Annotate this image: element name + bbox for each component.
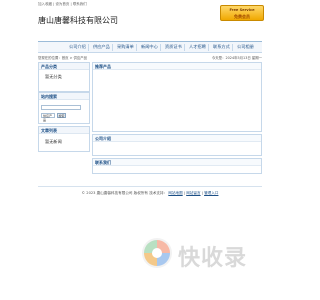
current-date: 今天是：2024年5月13日 星期一 (211, 56, 262, 60)
products-panel-header: 推荐产品 (93, 63, 261, 70)
contact-panel: 联系我们 (92, 158, 262, 174)
search-panel: 站内搜索 供应产品 搜索 (38, 92, 90, 124)
watermark-text: 快收录 (178, 246, 248, 271)
badge-english-label: Free Service (229, 8, 255, 12)
nav-item-about[interactable]: 公司介绍 (69, 44, 86, 50)
homepage-link[interactable]: 设为首页 (55, 2, 69, 6)
news-panel-header: 文章列表 (39, 127, 89, 134)
nav-item-contact[interactable]: 联系方式 (213, 44, 230, 50)
search-panel-title: 站内搜索 (41, 94, 57, 99)
category-panel-header: 产品分类 (39, 63, 89, 70)
news-panel-title: 文章列表 (41, 128, 57, 133)
footer-link-admin[interactable]: 管理入口 (204, 191, 218, 195)
intro-panel-title: 公司介绍 (95, 136, 111, 141)
products-panel-title: 推荐产品 (95, 64, 111, 69)
free-member-badge[interactable]: Free Service 免费会员 (220, 5, 264, 21)
footer-link-sitemap[interactable]: 网站地图 (168, 191, 182, 195)
nav-item-products[interactable]: 供应产品 (93, 44, 110, 50)
top-links: 加入收藏 | 设为首页 | 联系我们 (38, 2, 87, 6)
contact-link[interactable]: 联系我们 (73, 2, 87, 6)
contact-panel-header: 联系我们 (93, 159, 261, 166)
footer-tech-label: 技术支持： (149, 191, 168, 195)
nav-item-album[interactable]: 公司相册 (237, 44, 254, 50)
products-panel: 推荐产品 (92, 62, 262, 132)
footer: © 2023 唐山唐馨科技有限公司 版权所有 技术支持： 网站地图 | 网站留言… (81, 191, 219, 195)
main-nav: 公司介绍 供应产品 采购清单 新闻中心 资质证书 人才招聘 联系方式 公司相册 (38, 41, 262, 53)
nav-item-jobs[interactable]: 人才招聘 (189, 44, 206, 50)
nav-item-certificates[interactable]: 资质证书 (165, 44, 182, 50)
nav-divider (184, 44, 185, 51)
nav-divider (136, 44, 137, 51)
nav-divider (88, 44, 89, 51)
nav-divider (208, 44, 209, 51)
intro-panel-header: 公司介绍 (93, 135, 261, 142)
search-input[interactable] (41, 105, 81, 110)
nav-item-news[interactable]: 新闻中心 (141, 44, 158, 50)
news-empty-text: 暂无新闻 (45, 139, 62, 144)
search-panel-header: 站内搜索 (39, 93, 89, 100)
breadcrumb: 您现在的位置：首页 > 供应产品 今天是：2024年5月13日 星期一 (38, 55, 262, 61)
nav-item-purchase[interactable]: 采购清单 (117, 44, 134, 50)
search-type-value: 供应产品 (43, 114, 53, 122)
category-panel-title: 产品分类 (41, 64, 57, 69)
category-empty-text: 暂无分类 (45, 74, 62, 79)
favorite-link[interactable]: 加入收藏 (38, 2, 52, 6)
nav-divider (160, 44, 161, 51)
nav-divider (112, 44, 113, 51)
search-button[interactable]: 搜索 (57, 113, 66, 118)
watermark-logo-icon (142, 238, 172, 268)
search-type-select[interactable]: 供应产品 (41, 113, 55, 122)
nav-divider (232, 44, 233, 51)
footer-divider (38, 186, 262, 187)
category-panel: 产品分类 暂无分类 (38, 62, 90, 92)
breadcrumb-path[interactable]: 您现在的位置：首页 > 供应产品 (38, 55, 87, 60)
footer-copyright: © 2023 唐山唐馨科技有限公司 版权所有 (81, 191, 149, 195)
badge-chinese-label: 免费会员 (234, 14, 250, 19)
intro-panel: 公司介绍 (92, 134, 262, 156)
contact-panel-title: 联系我们 (95, 160, 111, 165)
company-title: 唐山唐馨科技有限公司 (38, 16, 118, 25)
news-panel: 文章列表 暂无新闻 (38, 126, 90, 152)
footer-link-message[interactable]: 网站留言 (186, 191, 200, 195)
